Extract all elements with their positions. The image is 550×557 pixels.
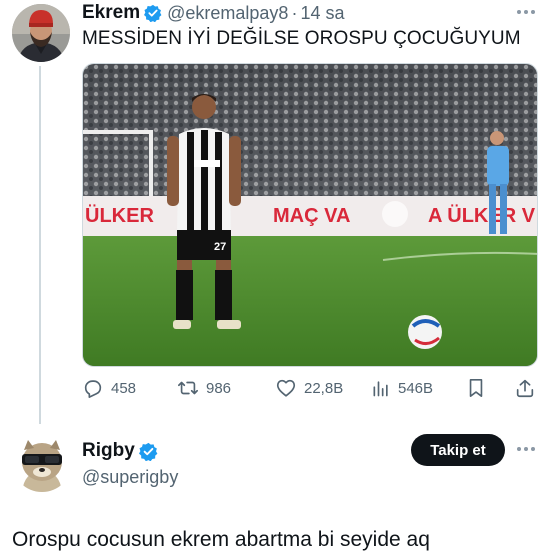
reply-button[interactable]: 458 <box>82 374 136 402</box>
follow-card-name-row: Rigby <box>82 439 158 463</box>
thread-connector-line <box>39 66 41 424</box>
tweet-text: MESSİDEN İYİ DEĞİLSE OROSPU ÇOCUĞUYUM <box>82 28 521 49</box>
tweet-actions-bar: 458 986 22,8B 546B <box>82 374 538 402</box>
share-button[interactable] <box>514 374 536 402</box>
svg-text:MAÇ VA: MAÇ VA <box>273 205 350 227</box>
follow-card-more-icon[interactable] <box>517 447 535 451</box>
author-name[interactable]: Ekrem <box>82 2 140 24</box>
repost-icon <box>177 377 199 399</box>
author-handle[interactable]: @ekremalpay8 <box>167 3 288 24</box>
views-icon <box>371 378 391 398</box>
repost-button[interactable]: 986 <box>177 374 231 402</box>
views-button[interactable]: 546B <box>371 374 433 402</box>
verified-badge-icon <box>138 442 158 461</box>
bookmark-icon <box>466 377 486 399</box>
separator-dot: · <box>291 2 298 23</box>
follow-button[interactable]: Takip et <box>411 434 505 466</box>
follow-card-handle-row: @superigby <box>82 466 178 488</box>
share-icon <box>514 377 536 399</box>
more-icon[interactable] <box>517 10 535 14</box>
tweet-media-photo[interactable]: ÜLKER MAÇ VA A ÜLKER V 27 <box>82 63 538 367</box>
like-button[interactable]: 22,8B <box>275 374 343 402</box>
repost-count: 986 <box>206 379 232 397</box>
like-icon <box>275 377 297 399</box>
reply-text: Orospu cocusun ekrem abartma bi seyide a… <box>12 528 430 551</box>
follow-card-handle[interactable]: @superigby <box>82 467 178 488</box>
bookmark-button[interactable] <box>466 374 486 402</box>
svg-text:ÜLKER: ÜLKER <box>85 204 154 227</box>
svg-text:A ÜLKER V: A ÜLKER V <box>428 204 536 227</box>
jersey-number: 27 <box>214 241 226 253</box>
tweet-header: Ekrem @ekremalpay8 · 14 sa <box>82 2 344 24</box>
reply-icon <box>82 377 104 399</box>
author-avatar[interactable] <box>12 4 70 62</box>
follow-card-avatar[interactable] <box>12 432 72 492</box>
reply-count: 458 <box>111 379 137 397</box>
follow-card-name[interactable]: Rigby <box>82 440 135 462</box>
verified-badge-icon <box>144 4 162 22</box>
tweet-timestamp[interactable]: 14 sa <box>300 3 344 24</box>
views-count: 546B <box>398 379 434 397</box>
like-count: 22,8B <box>304 379 344 397</box>
